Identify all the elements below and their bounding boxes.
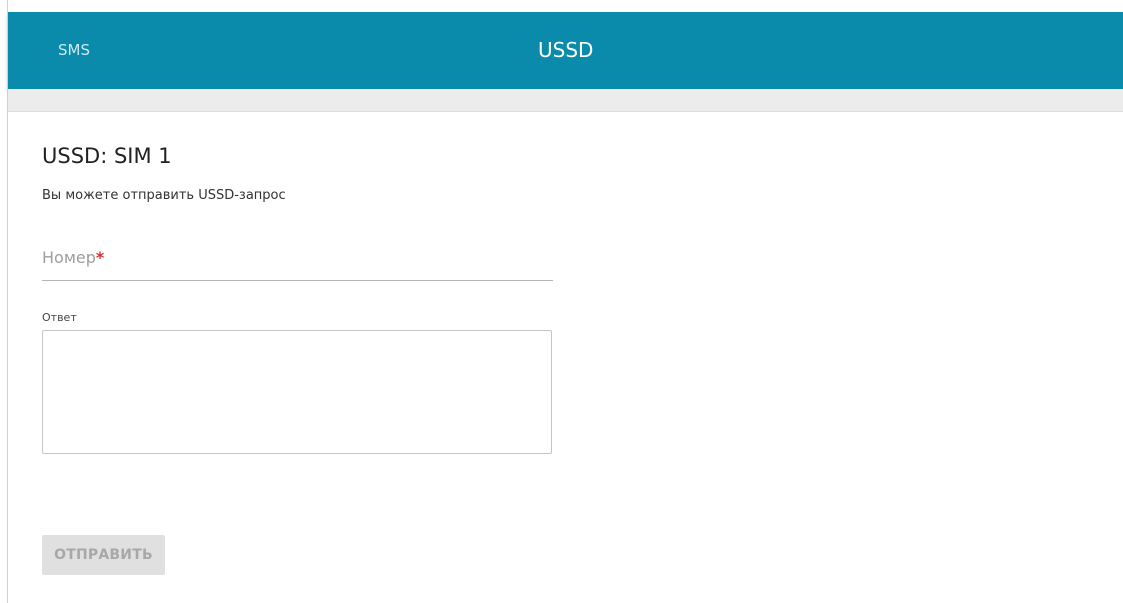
top-strip <box>0 0 1123 12</box>
left-border <box>7 0 8 603</box>
section-description: Вы можете отправить USSD-запрос <box>42 188 286 203</box>
tab-sms[interactable]: SMS <box>58 12 90 89</box>
number-input[interactable] <box>42 240 553 278</box>
ussd-panel: USSD: SIM 1 Вы можете отправить USSD-зап… <box>8 112 1123 603</box>
tabbar-shadow-band <box>8 89 1123 112</box>
tab-bar: SMS USSD <box>8 12 1123 89</box>
answer-label: Ответ <box>42 311 77 324</box>
number-field: Номер* <box>42 240 553 281</box>
send-button[interactable]: ОТПРАВИТЬ <box>42 535 165 575</box>
tab-ussd[interactable]: USSD <box>538 12 593 89</box>
answer-textarea[interactable] <box>42 330 552 454</box>
page-title: USSD: SIM 1 <box>42 144 172 168</box>
